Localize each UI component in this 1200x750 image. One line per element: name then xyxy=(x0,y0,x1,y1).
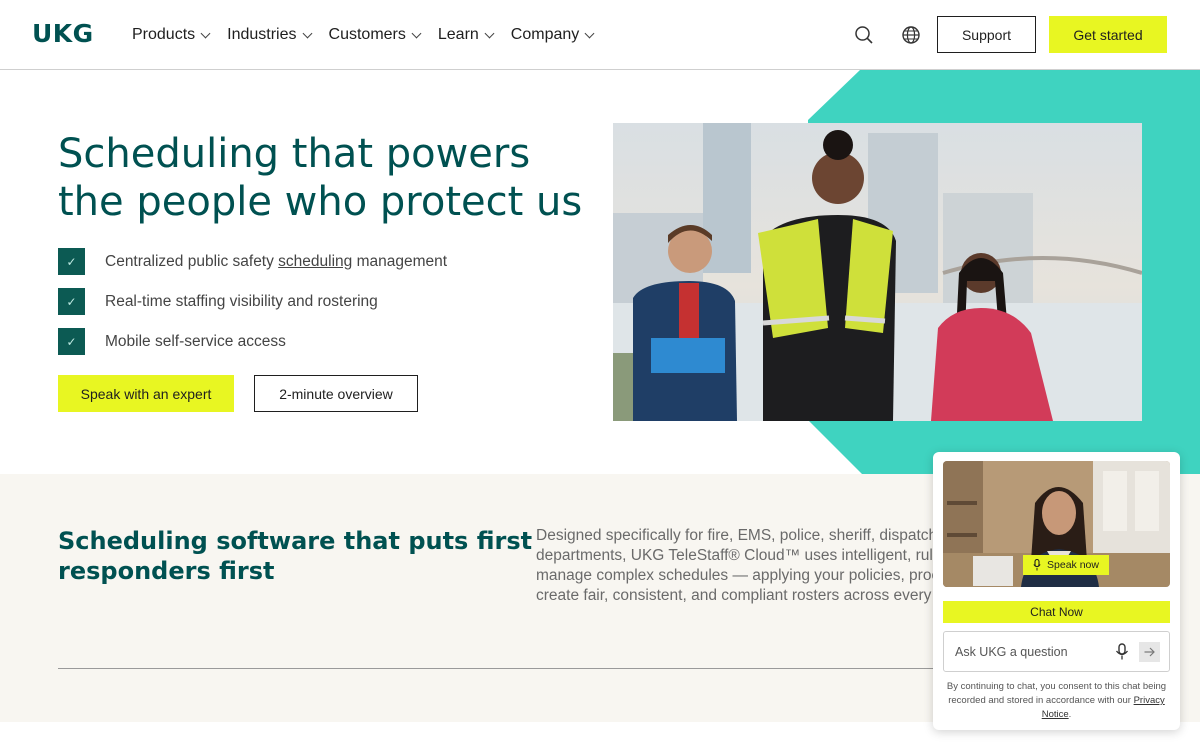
feature-item: ✓ Mobile self-service access xyxy=(58,328,286,355)
hero-section: Scheduling that powers the people who pr… xyxy=(0,70,1200,474)
chevron-down-icon xyxy=(484,28,495,38)
chat-consent-notice: By continuing to chat, you consent to th… xyxy=(945,680,1168,722)
hero-title: Scheduling that powers the people who pr… xyxy=(58,130,598,226)
body-line: departments, UKG TeleStaff® Cloud™ uses … xyxy=(536,547,936,564)
section-divider xyxy=(58,668,938,669)
hero-title-line-2: the people who protect us xyxy=(58,179,583,225)
checkmark-icon: ✓ xyxy=(58,328,85,355)
chat-input-box xyxy=(943,631,1170,672)
feature-item: ✓ Real-time staffing visibility and rost… xyxy=(58,288,378,315)
nav-learn-label: Learn xyxy=(437,26,479,43)
section-title: Scheduling software that puts first resp… xyxy=(58,526,532,586)
nav-industries-label: Industries xyxy=(227,26,297,43)
nav-products-label: Products xyxy=(132,26,196,43)
top-navigation: UKG Products Industries Customers Learn … xyxy=(0,0,1200,70)
chat-agent-video[interactable]: Speak now xyxy=(943,461,1170,587)
get-started-button[interactable]: Get started xyxy=(1049,16,1167,53)
checkmark-icon: ✓ xyxy=(58,288,85,315)
support-button[interactable]: Support xyxy=(937,16,1036,53)
chevron-down-icon xyxy=(584,28,595,38)
nav-company[interactable]: Company xyxy=(510,24,595,46)
scheduling-link[interactable]: scheduling xyxy=(278,253,352,270)
chevron-down-icon xyxy=(302,28,312,38)
section-body: Designed specifically for fire, EMS, pol… xyxy=(536,526,936,610)
feature-text: Mobile self-service access xyxy=(105,332,286,350)
send-button[interactable] xyxy=(1139,642,1160,662)
nav-customers[interactable]: Customers xyxy=(328,24,422,46)
nav-products[interactable]: Products xyxy=(132,24,211,46)
ukg-logo[interactable]: UKG xyxy=(32,19,94,48)
body-line: manage complex schedules — applying your… xyxy=(536,567,936,584)
nav-company-label: Company xyxy=(510,26,580,43)
nav-customers-label: Customers xyxy=(328,26,406,43)
feature-item: ✓ Centralized public safety scheduling m… xyxy=(58,248,447,275)
chevron-down-icon xyxy=(411,28,422,38)
microphone-icon xyxy=(1033,559,1041,571)
speak-now-label: Speak now xyxy=(1047,559,1099,571)
speak-with-expert-button[interactable]: Speak with an expert xyxy=(58,375,234,412)
hero-title-line-1: Scheduling that powers xyxy=(58,131,531,177)
arrow-right-icon xyxy=(1144,647,1155,657)
feature-text: Centralized public safety scheduling man… xyxy=(105,253,447,271)
section-title-line-1: Scheduling software that puts first xyxy=(58,527,533,555)
section-title-line-2: responders first xyxy=(58,557,275,585)
search-icon[interactable] xyxy=(853,24,875,46)
chat-widget: Speak now Chat Now By continuing to chat… xyxy=(933,452,1180,730)
body-line: create fair, consistent, and compliant r… xyxy=(536,587,936,604)
overview-video-button[interactable]: 2-minute overview xyxy=(254,375,418,412)
checkmark-icon: ✓ xyxy=(58,248,85,275)
chat-now-button[interactable]: Chat Now xyxy=(943,601,1170,623)
speak-now-button[interactable]: Speak now xyxy=(1023,555,1109,575)
globe-icon[interactable] xyxy=(900,24,922,46)
chat-question-input[interactable] xyxy=(955,642,1105,662)
feature-text-start: Centralized public safety xyxy=(105,252,279,270)
body-line: Designed specifically for fire, EMS, pol… xyxy=(536,527,936,544)
consent-end: . xyxy=(1068,709,1072,720)
hero-photo xyxy=(613,123,1142,421)
microphone-icon[interactable] xyxy=(1115,643,1129,661)
chevron-down-icon xyxy=(200,28,211,38)
main-menu: Products Industries Customers Learn Comp… xyxy=(132,24,611,46)
feature-text-end: management xyxy=(352,252,448,270)
nav-industries[interactable]: Industries xyxy=(227,24,312,46)
feature-text: Real-time staffing visibility and roster… xyxy=(105,292,378,310)
nav-learn[interactable]: Learn xyxy=(437,24,495,46)
